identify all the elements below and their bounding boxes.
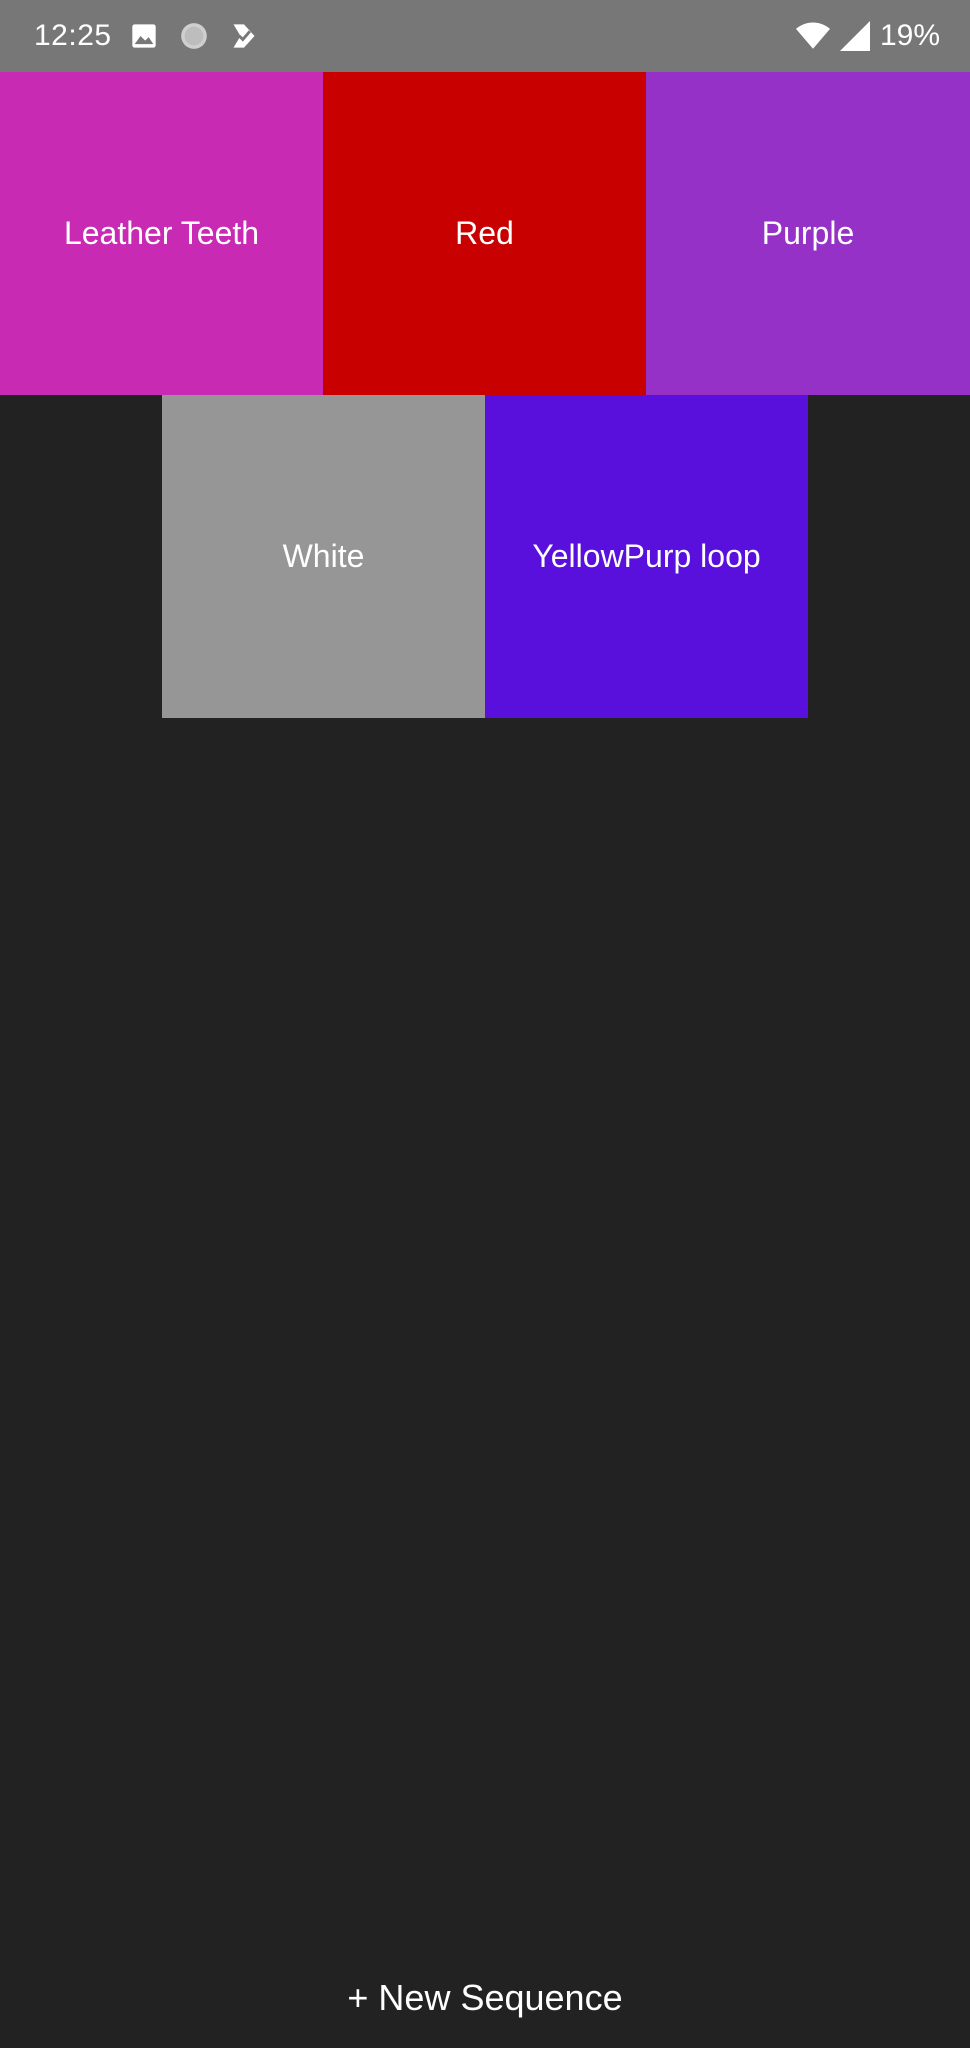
image-icon — [132, 24, 156, 48]
sequence-tile-leather-teeth[interactable]: Leather Teeth — [0, 72, 323, 395]
checkmark-app-icon — [233, 24, 255, 48]
app-screen: 12:25 19% Leather Teeth Red Purple White — [0, 0, 970, 2048]
sequence-tile-purple[interactable]: Purple — [646, 72, 970, 395]
circle-notification-icon — [181, 23, 207, 49]
sequence-tile-label: Red — [455, 215, 514, 251]
sequence-tile-red[interactable]: Red — [323, 72, 646, 395]
sequence-tile-yellowpurp-loop[interactable]: YellowPurp loop — [485, 395, 808, 718]
sequence-tile-label: Leather Teeth — [63, 215, 260, 251]
sequence-tile-white[interactable]: White — [162, 395, 485, 718]
sequence-tile-label: YellowPurp loop — [532, 538, 761, 574]
status-time: 12:25 — [34, 19, 112, 52]
new-sequence-button[interactable]: + New Sequence — [0, 1968, 970, 2028]
wifi-icon — [796, 22, 830, 49]
sequence-tile-label: Purple — [761, 215, 855, 251]
battery-percentage: 19% — [879, 19, 940, 52]
sequence-tile-label: White — [282, 538, 365, 574]
cell-signal-icon — [840, 21, 870, 51]
status-bar: 12:25 19% — [0, 0, 970, 72]
